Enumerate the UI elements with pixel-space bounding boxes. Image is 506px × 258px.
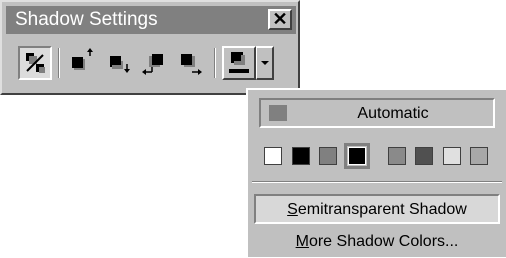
semitransparent-shadow-rest: emitransparent Shadow bbox=[297, 201, 467, 218]
nudge-shadow-right-button[interactable] bbox=[174, 46, 208, 80]
nudge-shadow-up-icon bbox=[72, 48, 93, 70]
nudge-shadow-up-button[interactable] bbox=[66, 46, 100, 80]
semitransparent-shadow-item[interactable]: Semitransparent Shadow bbox=[254, 194, 500, 224]
title-bar[interactable]: Shadow Settings ✕ bbox=[6, 6, 296, 34]
menu-separator bbox=[252, 181, 502, 183]
more-shadow-colors-rest: ore Shadow Colors... bbox=[308, 233, 459, 250]
color-swatch[interactable] bbox=[443, 147, 461, 165]
more-shadow-colors-label: More Shadow Colors... bbox=[295, 233, 459, 250]
shadow-color-dropdown-arrow[interactable] bbox=[256, 46, 274, 80]
color-swatch[interactable] bbox=[388, 147, 406, 165]
nudge-shadow-left-icon bbox=[142, 54, 163, 75]
nudge-shadow-down-icon bbox=[110, 56, 130, 73]
color-swatch[interactable] bbox=[415, 147, 433, 165]
close-icon: ✕ bbox=[272, 9, 288, 29]
color-swatch[interactable] bbox=[319, 147, 337, 165]
shadow-color-button[interactable] bbox=[222, 46, 256, 80]
color-swatch-selected[interactable] bbox=[344, 143, 370, 169]
shadow-color-icon bbox=[229, 52, 249, 73]
semitransparent-shadow-label: Semitransparent Shadow bbox=[287, 201, 467, 218]
color-swatch[interactable] bbox=[470, 147, 488, 165]
color-swatch[interactable] bbox=[292, 147, 310, 165]
toolbar-separator bbox=[58, 48, 60, 78]
automatic-label: Automatic bbox=[357, 105, 429, 122]
nudge-shadow-left-button[interactable] bbox=[138, 46, 172, 80]
toolbar-separator bbox=[214, 48, 216, 78]
nudge-shadow-right-icon bbox=[181, 54, 202, 75]
shadow-on-off-button[interactable] bbox=[18, 46, 52, 80]
color-swatch[interactable] bbox=[264, 147, 282, 165]
automatic-button[interactable]: Automatic bbox=[259, 98, 495, 128]
selected-color-fill bbox=[349, 148, 365, 164]
close-button[interactable]: ✕ bbox=[268, 9, 292, 30]
color-swatch-row bbox=[260, 143, 504, 169]
shadow-color-dropdown: Automatic Semitransparent Shadow More Sh… bbox=[246, 88, 506, 257]
toolbar-buttons bbox=[6, 38, 296, 90]
nudge-shadow-down-button[interactable] bbox=[102, 46, 136, 80]
automatic-color-swatch bbox=[269, 105, 287, 121]
more-shadow-colors-item[interactable]: More Shadow Colors... bbox=[254, 228, 500, 258]
shadow-on-off-icon bbox=[26, 53, 45, 73]
window-title: Shadow Settings bbox=[15, 9, 158, 30]
shadow-settings-toolbar: Shadow Settings ✕ bbox=[0, 0, 300, 95]
